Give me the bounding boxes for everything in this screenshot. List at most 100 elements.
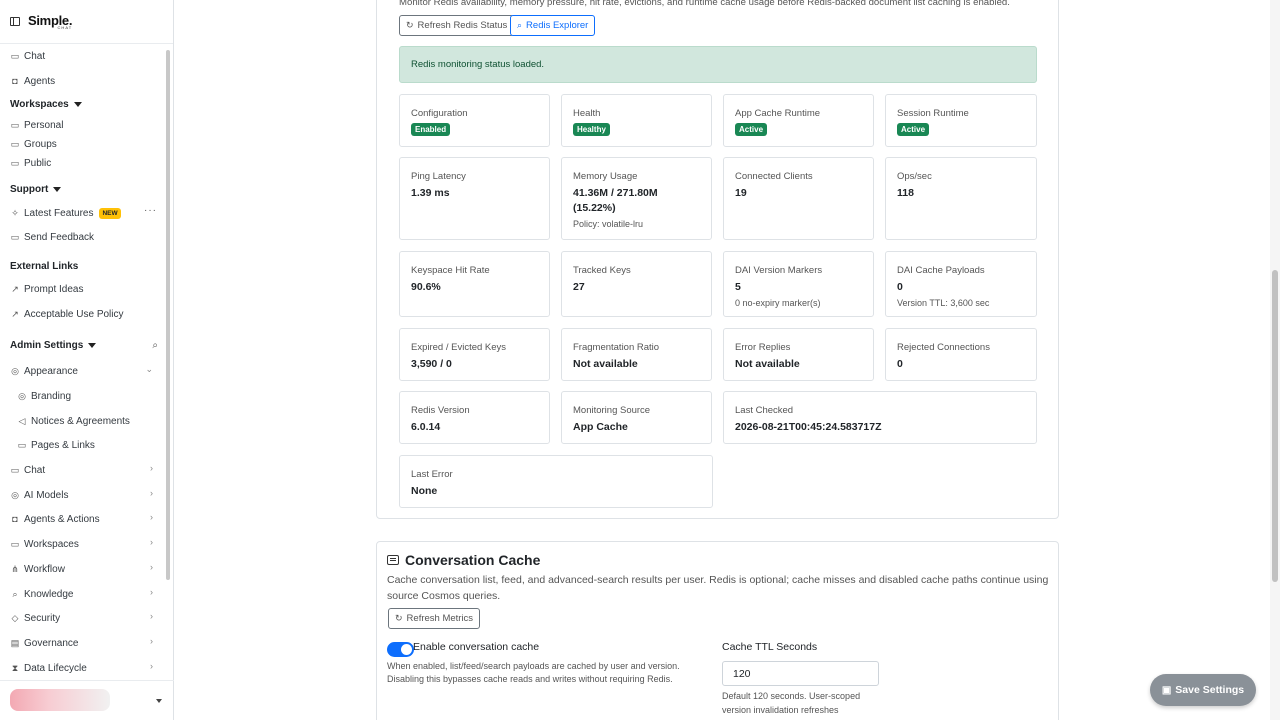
refresh-redis-status-button[interactable]: ↻ Refresh Redis Status bbox=[399, 15, 515, 36]
tile-value: App Cache bbox=[573, 421, 628, 433]
sidebar-section-admin[interactable]: Admin Settings bbox=[10, 340, 97, 351]
refresh-metrics-button[interactable]: ↻ Refresh Metrics bbox=[388, 608, 481, 629]
sidebar-toggle-icon[interactable] bbox=[10, 17, 20, 26]
tile-health: Health Healthy bbox=[561, 94, 712, 147]
sidebar-item-admin-workspaces[interactable]: ▭ Workspaces bbox=[10, 537, 79, 551]
tile-label: Ops/sec bbox=[897, 171, 932, 182]
tile-label: Monitoring Source bbox=[573, 405, 651, 416]
sidebar-item-pages-links[interactable]: ▭ Pages & Links bbox=[17, 438, 95, 452]
sidebar-item-ai-models[interactable]: ◎ AI Models bbox=[10, 488, 68, 502]
sidebar-item-groups[interactable]: ▭ Groups bbox=[10, 137, 57, 151]
sidebar-item-public[interactable]: ▭ Public bbox=[10, 156, 52, 170]
sidebar-item-prompt-ideas[interactable]: ↗ Prompt Ideas bbox=[10, 282, 83, 296]
tile-subtext: 0 no-expiry marker(s) bbox=[735, 298, 821, 309]
cache-ttl-help-text: Default 120 seconds. User-scoped version… bbox=[722, 691, 861, 715]
refresh-icon: ↻ bbox=[395, 613, 403, 623]
sidebar-item-data-lifecycle[interactable]: ⧗ Data Lifecycle bbox=[10, 661, 87, 675]
sidebar-item-knowledge[interactable]: ⌕ Knowledge bbox=[10, 587, 73, 601]
tile-value: 1.39 ms bbox=[411, 187, 450, 199]
sidebar-item-label: Pages & Links bbox=[31, 439, 95, 451]
sidebar-item-admin-chat[interactable]: ▭ Chat bbox=[10, 463, 45, 477]
tile-label: Session Runtime bbox=[897, 108, 969, 119]
sidebar-item-aup[interactable]: ↗ Acceptable Use Policy bbox=[10, 307, 123, 321]
tile-value: 6.0.14 bbox=[411, 421, 441, 433]
status-badge: Active bbox=[897, 123, 930, 136]
tile-value: 5 bbox=[735, 281, 741, 293]
caret-down-icon bbox=[156, 699, 162, 703]
tile-keyspace-hit-rate: Keyspace Hit Rate 90.6% bbox=[399, 251, 550, 317]
sidebar-item-governance[interactable]: ▤ Governance bbox=[10, 636, 79, 650]
enable-conversation-cache-label[interactable]: Enable conversation cache bbox=[413, 641, 539, 653]
tile-label: Fragmentation Ratio bbox=[573, 342, 660, 353]
folder-icon: ▭ bbox=[10, 157, 20, 168]
chevron-right-icon[interactable]: › bbox=[150, 661, 153, 671]
external-link-icon: ↗ bbox=[11, 283, 19, 294]
tile-subtext: Version TTL: 3,600 sec bbox=[897, 298, 990, 309]
chevron-down-icon[interactable]: ⌄ bbox=[145, 364, 153, 375]
search-icon[interactable]: ⌕ bbox=[152, 340, 158, 351]
tile-value: 27 bbox=[573, 281, 585, 293]
robot-icon: ◘ bbox=[12, 76, 18, 86]
redis-explorer-button[interactable]: ⌕ Redis Explorer bbox=[510, 15, 596, 36]
button-label: Save Settings bbox=[1175, 684, 1245, 696]
sidebar-item-label: Chat bbox=[24, 464, 46, 476]
chat-icon: ▭ bbox=[10, 464, 20, 475]
cpu-icon: ◎ bbox=[11, 489, 19, 500]
search-icon: ⌕ bbox=[517, 20, 523, 30]
tile-label: Tracked Keys bbox=[573, 265, 631, 276]
main-scrollbar[interactable] bbox=[1270, 0, 1280, 720]
sidebar-item-label: Data Lifecycle bbox=[24, 662, 87, 674]
more-options-icon[interactable]: ··· bbox=[144, 205, 157, 216]
sidebar: Simple. CHAT ▭ Chat ◘ Agents Workspaces ▭ P… bbox=[0, 0, 174, 720]
sidebar-item-workflow[interactable]: ⋔ Workflow bbox=[10, 562, 65, 576]
main-content: Monitor Redis availability, memory press… bbox=[175, 0, 1268, 720]
tile-label: Last Checked bbox=[735, 405, 794, 416]
sidebar-item-label: Latest Features bbox=[24, 207, 94, 219]
tile-label: Keyspace Hit Rate bbox=[411, 265, 490, 276]
chevron-right-icon[interactable]: › bbox=[150, 512, 153, 522]
sidebar-item-label: Branding bbox=[31, 390, 72, 402]
tile-label: Last Error bbox=[411, 469, 453, 480]
refresh-icon: ↻ bbox=[406, 20, 414, 30]
sidebar-section-support[interactable]: Support bbox=[10, 184, 62, 195]
tile-value: 3,590 / 0 bbox=[411, 358, 452, 370]
chevron-right-icon[interactable]: › bbox=[150, 587, 153, 597]
sidebar-item-send-feedback[interactable]: ▭ Send Feedback bbox=[10, 230, 94, 244]
tile-label: Ping Latency bbox=[411, 171, 466, 182]
tile-value: 118 bbox=[897, 187, 914, 199]
sidebar-item-latest-features[interactable]: ✧ Latest Features NEW bbox=[10, 206, 121, 220]
chevron-right-icon[interactable]: › bbox=[150, 636, 153, 646]
tile-label: Health bbox=[573, 108, 601, 119]
chevron-right-icon[interactable]: › bbox=[150, 463, 153, 473]
sidebar-scrollbar[interactable] bbox=[166, 50, 170, 580]
button-label: Redis Explorer bbox=[526, 20, 589, 31]
chevron-right-icon[interactable]: › bbox=[150, 488, 153, 498]
chevron-right-icon[interactable]: › bbox=[150, 537, 153, 547]
sidebar-item-appearance[interactable]: ◎ Appearance bbox=[10, 364, 78, 378]
cache-ttl-input[interactable] bbox=[722, 661, 879, 686]
new-badge: NEW bbox=[99, 207, 121, 219]
folder-icon: ▭ bbox=[10, 138, 20, 149]
sparkle-icon: ✧ bbox=[11, 207, 19, 218]
button-label: Refresh Metrics bbox=[406, 613, 474, 624]
sidebar-item-personal[interactable]: ▭ Personal bbox=[10, 118, 64, 132]
sidebar-item-branding[interactable]: ◎ Branding bbox=[17, 389, 71, 403]
chevron-right-icon[interactable]: › bbox=[150, 562, 153, 572]
chat-icon: ▭ bbox=[10, 50, 20, 61]
status-badge: Active bbox=[735, 123, 768, 136]
sidebar-item-security[interactable]: ◇ Security bbox=[10, 611, 61, 625]
tile-memory-usage: Memory Usage 41.36M / 271.80M (15.22%) P… bbox=[561, 157, 712, 240]
sidebar-item-chat[interactable]: ▭ Chat bbox=[10, 49, 45, 63]
tile-rejected-connections: Rejected Connections 0 bbox=[885, 328, 1037, 381]
enable-conversation-cache-toggle[interactable] bbox=[387, 642, 414, 657]
sidebar-item-notices[interactable]: ◁ Notices & Agreements bbox=[17, 414, 130, 428]
sidebar-item-agents[interactable]: ◘ Agents bbox=[10, 74, 55, 88]
chevron-right-icon[interactable]: › bbox=[150, 611, 153, 621]
sidebar-section-workspaces[interactable]: Workspaces bbox=[10, 99, 82, 110]
logo[interactable]: Simple. CHAT bbox=[28, 14, 72, 30]
sidebar-item-label: Notices & Agreements bbox=[31, 415, 130, 427]
sidebar-item-agents-actions[interactable]: ◘ Agents & Actions bbox=[10, 512, 99, 526]
user-menu[interactable] bbox=[0, 680, 174, 720]
scrollbar-thumb[interactable] bbox=[1272, 270, 1278, 582]
save-settings-button[interactable]: ▣ Save Settings bbox=[1150, 674, 1256, 706]
